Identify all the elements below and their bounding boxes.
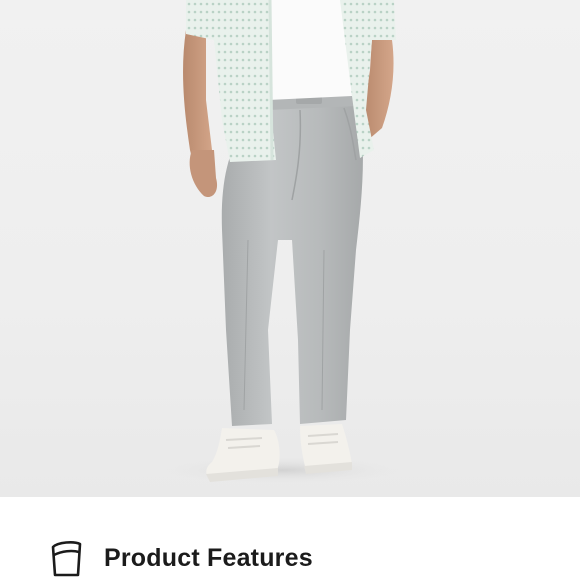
- product-features-title: Product Features: [104, 544, 313, 572]
- product-features-row[interactable]: Product Features: [0, 497, 580, 580]
- pants-tag-icon: [46, 539, 88, 579]
- product-page: Product Features: [0, 0, 580, 580]
- product-photo[interactable]: [0, 0, 580, 497]
